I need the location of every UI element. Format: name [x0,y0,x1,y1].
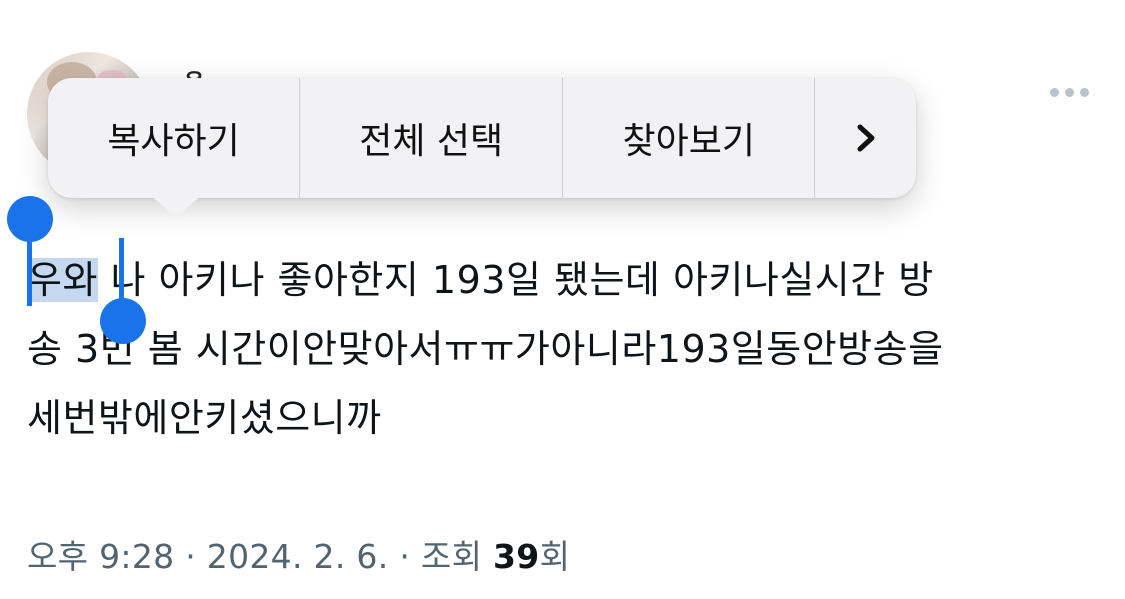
selected-text[interactable]: 우와 [27,258,98,302]
more-options-button[interactable] [815,78,916,198]
tweet-time[interactable]: 오후 9:28 [27,537,174,576]
more-horizontal-icon[interactable] [1050,86,1094,98]
dot [1050,87,1059,97]
select-all-menu-item[interactable]: 전체 선택 [300,78,564,198]
tweet-detail-page: ᄋ 복사하기 전체 선택 찾아보기 우와 나 아키나 좋아한지 193일 됐는데… [0,0,1125,599]
dot [1065,87,1074,97]
views-label: 조회 [420,537,494,576]
tweet-text-line: 송 3번 봄 시간이안맞아서ㅠㅠ가아니라193일동안방송을 [27,327,944,371]
copy-menu-item[interactable]: 복사하기 [48,78,301,198]
tweet-text-line: 세번밖에안키셨으니까 [27,396,382,440]
dot [1080,87,1089,97]
selection-end-handle[interactable] [100,298,146,344]
selection-start-handle[interactable] [7,196,53,242]
views-suffix: 회 [539,537,571,576]
tweet-text[interactable]: 우와 나 아키나 좋아한지 193일 됐는데 아키나실시간 방 송 3번 봄 시… [27,246,1107,453]
meta-separator: · [388,537,421,576]
chevron-right-icon [852,121,880,155]
tweet-text-line: 우와 나 아키나 좋아한지 193일 됐는데 아키나실시간 방 [27,246,1107,315]
tweet-date[interactable]: 2024. 2. 6. [207,537,389,576]
look-up-menu-item[interactable]: 찾아보기 [563,78,816,198]
meta-separator: · [174,537,207,576]
views-count: 39 [493,537,540,576]
text-selection-menu: 복사하기 전체 선택 찾아보기 [48,78,916,218]
tweet-meta: 오후 9:28 · 2024. 2. 6. · 조회 39회 [27,530,570,578]
tweet-text-segment: 나 아키나 좋아한지 193일 됐는데 아키나실시간 방 [97,258,934,302]
